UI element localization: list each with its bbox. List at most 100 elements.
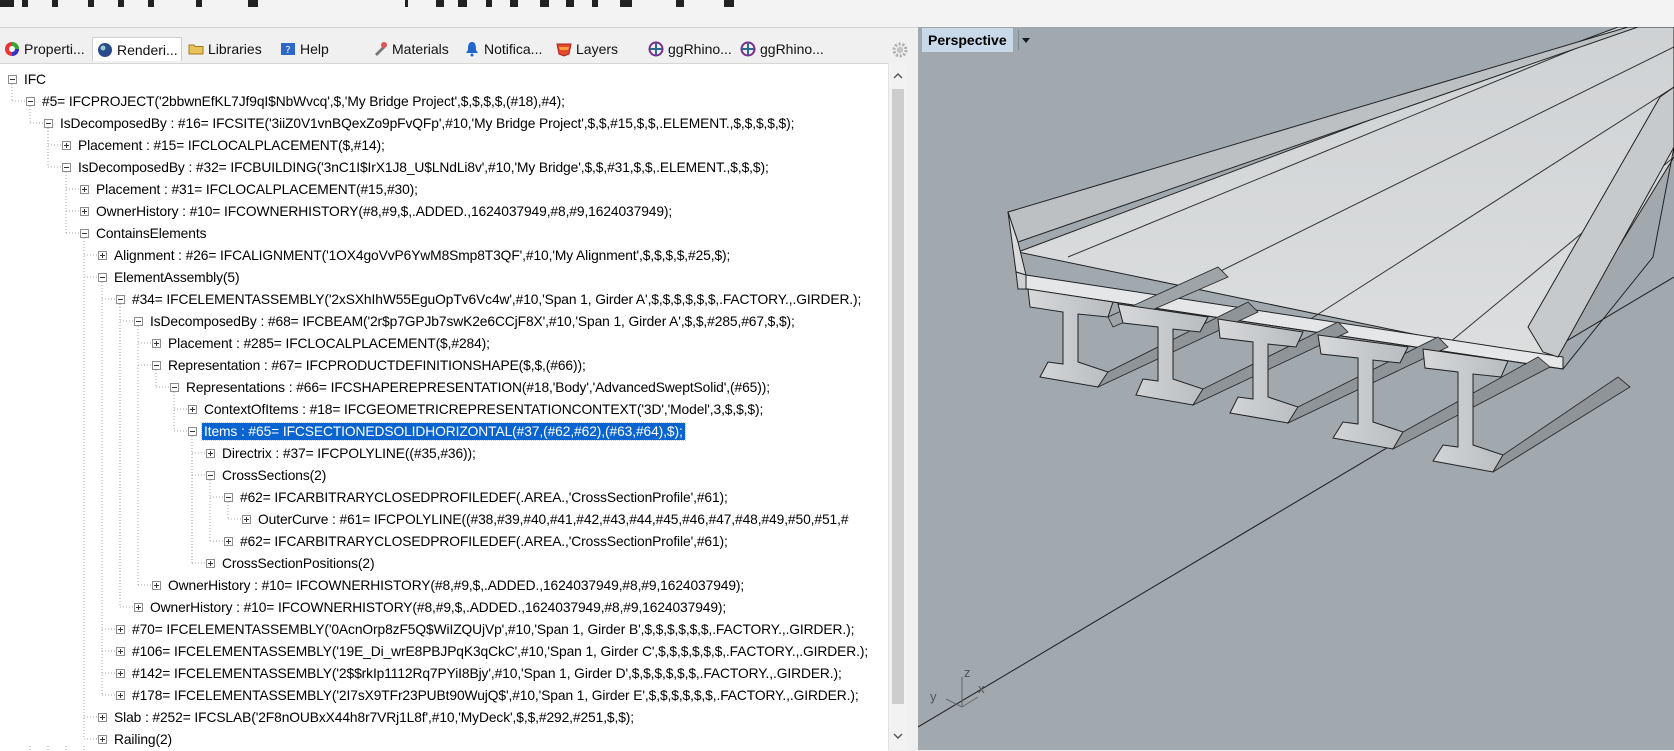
tree-node-label-selected[interactable]: Items : #65= IFCSECTIONEDSOLIDHORIZONTAL…	[201, 421, 686, 441]
tree-node[interactable]: IsDecomposedBy : #68= IFCBEAM('2r$p7GPJb…	[148, 310, 797, 332]
tree-node[interactable]: ContainsElements	[94, 222, 208, 244]
collapse-minus-icon[interactable]	[152, 361, 161, 370]
toolbar-button-fragment[interactable]	[510, 0, 518, 7]
collapse-minus-icon[interactable]	[134, 317, 143, 326]
tree-node-label[interactable]: #34= IFCELEMENTASSEMBLY('2xSXhIhW55EguOp…	[130, 291, 863, 308]
tree-node[interactable]: Railing(2)	[112, 728, 174, 750]
tree-node[interactable]: CrossSectionPositions(2)	[220, 552, 377, 574]
tree-node[interactable]: #5= IFCPROJECT('2bbwnEfKL7Jf9qI$NbWvcq',…	[40, 90, 567, 112]
tree-node-label[interactable]: #70= IFCELEMENTASSEMBLY('0AcnOrp8zF5Q$Wi…	[130, 621, 856, 638]
tree-node[interactable]: #62= IFCARBITRARYCLOSEDPROFILEDEF(.AREA.…	[238, 486, 730, 508]
tree-node[interactable]: #62= IFCARBITRARYCLOSEDPROFILEDEF(.AREA.…	[238, 530, 730, 552]
tree-node-label[interactable]: OwnerHistory : #10= IFCOWNERHISTORY(#8,#…	[166, 577, 746, 594]
expand-plus-icon[interactable]	[152, 581, 161, 590]
tree-node-label[interactable]: #178= IFCELEMENTASSEMBLY('2I7sX9TFr23PUB…	[130, 687, 861, 704]
expand-plus-icon[interactable]	[98, 713, 107, 722]
tree-node[interactable]: Representations : #66= IFCSHAPEREPRESENT…	[184, 376, 772, 398]
tree-node-label[interactable]: #106= IFCELEMENTASSEMBLY('19E_Di_wrE8PBJ…	[130, 643, 870, 660]
collapse-minus-icon[interactable]	[206, 471, 215, 480]
tree-node[interactable]: IsDecomposedBy : #32= IFCBUILDING('3nC1I…	[76, 156, 771, 178]
toolbar-button-fragment[interactable]	[22, 0, 28, 7]
expand-plus-icon[interactable]	[134, 603, 143, 612]
toolbar-button-fragment[interactable]	[148, 0, 154, 7]
tree-node-label[interactable]: ContextOfItems : #18= IFCGEOMETRICREPRES…	[202, 401, 765, 418]
tree-node-label[interactable]: IsDecomposedBy : #32= IFCBUILDING('3nC1I…	[76, 159, 771, 176]
tab-7[interactable]: ggRhino...	[644, 37, 734, 61]
expand-plus-icon[interactable]	[188, 405, 197, 414]
tree-node[interactable]: OwnerHistory : #10= IFCOWNERHISTORY(#8,#…	[94, 200, 674, 222]
toolbar-button-fragment[interactable]	[0, 0, 14, 7]
perspective-viewport[interactable]: Perspective y z x	[918, 27, 1674, 750]
toolbar-button-fragment[interactable]	[566, 0, 574, 7]
tree-node-label[interactable]: #62= IFCARBITRARYCLOSEDPROFILEDEF(.AREA.…	[238, 533, 730, 550]
toolbar-button-fragment[interactable]	[676, 0, 684, 7]
toolbar-button-fragment[interactable]	[458, 0, 467, 7]
tree-node-label[interactable]: Representation : #67= IFCPRODUCTDEFINITI…	[166, 357, 588, 374]
collapse-minus-icon[interactable]	[62, 163, 71, 172]
tree-node-label[interactable]: CrossSections(2)	[220, 467, 328, 484]
tree-node[interactable]: ContextOfItems : #18= IFCGEOMETRICREPRES…	[202, 398, 765, 420]
scroll-thumb[interactable]	[892, 89, 904, 704]
expand-plus-icon[interactable]	[80, 185, 89, 194]
tree-node-label[interactable]: Directrix : #37= IFCPOLYLINE((#35,#36));	[220, 445, 478, 462]
scroll-up-arrow-icon[interactable]	[893, 71, 903, 81]
toolbar-button-fragment[interactable]	[540, 0, 549, 7]
toolbar-button-fragment[interactable]	[405, 0, 408, 7]
expand-plus-icon[interactable]	[206, 559, 215, 568]
vertical-scrollbar[interactable]	[888, 63, 907, 750]
tree-node[interactable]: Slab : #252= IFCSLAB('2F8nOUBxX44h8r7VRj…	[112, 706, 636, 728]
collapse-minus-icon[interactable]	[98, 273, 107, 282]
tree-node[interactable]: CrossSections(2)	[220, 464, 328, 486]
expand-plus-icon[interactable]	[242, 515, 251, 524]
tab-3[interactable]: ? Help	[276, 37, 366, 61]
tree-node[interactable]: Placement : #31= IFCLOCALPLACEMENT(#15,#…	[94, 178, 420, 200]
expand-plus-icon[interactable]	[80, 207, 89, 216]
tree-node-label[interactable]: Slab : #252= IFCSLAB('2F8nOUBxX44h8r7VRj…	[112, 709, 636, 726]
expand-plus-icon[interactable]	[116, 669, 125, 678]
tree-node[interactable]: #70= IFCELEMENTASSEMBLY('0AcnOrp8zF5Q$Wi…	[130, 618, 856, 640]
tree-node-label[interactable]: Placement : #15= IFCLOCALPLACEMENT($,#14…	[76, 137, 387, 154]
expand-plus-icon[interactable]	[206, 449, 215, 458]
tree-node-label[interactable]: Placement : #285= IFCLOCALPLACEMENT($,#2…	[166, 335, 492, 352]
tree-node-label[interactable]: #62= IFCARBITRARYCLOSEDPROFILEDEF(.AREA.…	[238, 489, 730, 506]
collapse-minus-icon[interactable]	[44, 119, 53, 128]
tree-node-label[interactable]: ContainsElements	[94, 225, 208, 242]
tree-node-label[interactable]: Placement : #31= IFCLOCALPLACEMENT(#15,#…	[94, 181, 420, 198]
tree-node-label[interactable]: OuterCurve : #61= IFCPOLYLINE((#38,#39,#…	[256, 511, 850, 528]
tree-node-label[interactable]: OwnerHistory : #10= IFCOWNERHISTORY(#8,#…	[94, 203, 674, 220]
tree-node-label[interactable]: IsDecomposedBy : #16= IFCSITE('3iiZ0V1vn…	[58, 115, 796, 132]
tab-4[interactable]: Materials	[368, 37, 458, 61]
tree-node-label[interactable]: CrossSectionPositions(2)	[220, 555, 377, 572]
toolbar-button-fragment[interactable]	[88, 0, 94, 7]
toolbar-button-fragment[interactable]	[436, 0, 444, 7]
tree-node-label[interactable]: IFC	[22, 71, 48, 88]
toolbar-button-fragment[interactable]	[486, 0, 492, 7]
tree-node[interactable]: #178= IFCELEMENTASSEMBLY('2I7sX9TFr23PUB…	[130, 684, 861, 706]
tree-node[interactable]: OwnerHistory : #10= IFCOWNERHISTORY(#8,#…	[148, 596, 728, 618]
tree-node-label[interactable]: ElementAssembly(5)	[112, 269, 241, 286]
tree-node-label[interactable]: OwnerHistory : #10= IFCOWNERHISTORY(#8,#…	[148, 599, 728, 616]
collapse-minus-icon[interactable]	[170, 383, 179, 392]
collapse-minus-icon[interactable]	[8, 75, 17, 84]
expand-plus-icon[interactable]	[152, 339, 161, 348]
tree-node-label[interactable]: Alignment : #26= IFCALIGNMENT('1OX4goVvP…	[112, 247, 732, 264]
viewport-title-perspective[interactable]: Perspective	[922, 28, 1013, 52]
toolbar-button-fragment[interactable]	[592, 0, 598, 7]
collapse-minus-icon[interactable]	[80, 229, 89, 238]
tab-2[interactable]: Libraries	[184, 37, 274, 61]
tree-node-label[interactable]: Railing(2)	[112, 731, 174, 748]
tab-5[interactable]: Notifica...	[460, 37, 550, 61]
collapse-minus-icon[interactable]	[224, 493, 233, 502]
tree-node[interactable]: OwnerHistory : #10= IFCOWNERHISTORY(#8,#…	[166, 574, 746, 596]
expand-plus-icon[interactable]	[98, 251, 107, 260]
expand-plus-icon[interactable]	[116, 691, 125, 700]
tab-0[interactable]: Properti...	[0, 37, 90, 61]
tree-node[interactable]: Representation : #67= IFCPRODUCTDEFINITI…	[166, 354, 588, 376]
collapse-minus-icon[interactable]	[188, 427, 197, 436]
toolbar-button-fragment[interactable]	[52, 0, 58, 7]
tree-node[interactable]: OuterCurve : #61= IFCPOLYLINE((#38,#39,#…	[256, 508, 850, 530]
ifc-tree-view[interactable]: IFC #5= IFCPROJECT('2bbwnEfKL7Jf9qI$NbWvc…	[0, 63, 888, 751]
toolbar-button-fragment[interactable]	[118, 0, 124, 7]
tree-node[interactable]: ElementAssembly(5)	[112, 266, 241, 288]
tree-node[interactable]: #106= IFCELEMENTASSEMBLY('19E_Di_wrE8PBJ…	[130, 640, 870, 662]
